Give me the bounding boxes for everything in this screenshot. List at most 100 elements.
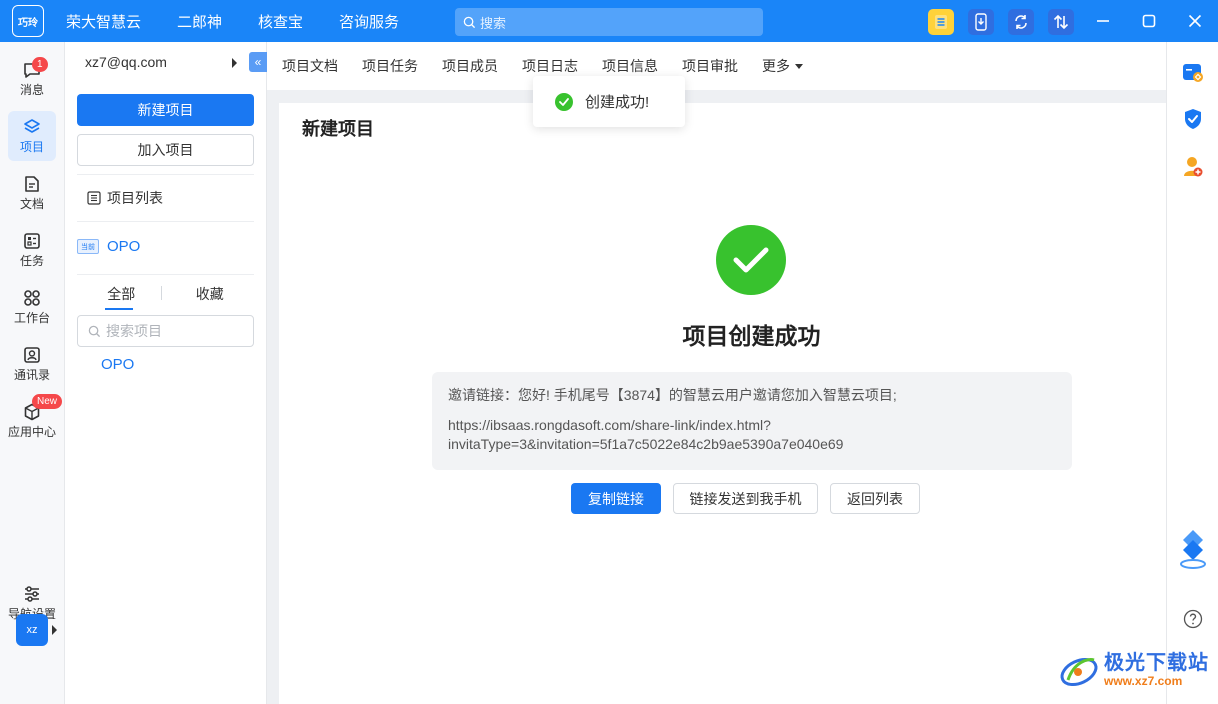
task-icon — [24, 232, 40, 249]
rail-item-label: 文档 — [19, 196, 44, 211]
current-tag: 当前 — [77, 239, 99, 254]
user-add-icon[interactable] — [1182, 156, 1204, 178]
tab-project-info[interactable]: 项目信息 — [602, 56, 658, 76]
send-link-to-phone-button[interactable]: 链接发送到我手机 — [673, 483, 818, 514]
rail-item-messages[interactable]: 消息 1 — [8, 54, 56, 104]
rail-item-label: 应用中心 — [8, 424, 57, 439]
page-title: 新建项目 — [302, 119, 374, 139]
invite-box: 邀请链接：您好! 手机尾号【3874】的智慧云用户邀请您加入智慧云项目; htt… — [432, 372, 1072, 470]
watermark-logo-icon — [1060, 657, 1098, 687]
tab-project-docs[interactable]: 项目文档 — [282, 56, 338, 76]
avatar[interactable]: xz — [16, 614, 48, 646]
invite-link-line1: https://ibsaas.rongdasoft.com/share-link… — [448, 417, 771, 433]
back-to-list-button[interactable]: 返回列表 — [830, 483, 920, 514]
right-rail — [1166, 42, 1218, 704]
success-toast: 创建成功! — [533, 76, 685, 127]
top-nav-item-hechabao[interactable]: 核查宝 — [258, 11, 303, 32]
document-icon — [25, 175, 39, 192]
project-filter-tabs: 全部 收藏 — [77, 284, 254, 310]
rail-item-label: 通讯录 — [13, 367, 50, 382]
unread-badge: 1 — [32, 57, 48, 72]
divider — [77, 274, 254, 275]
rail-item-contacts[interactable]: 通讯录 — [8, 339, 56, 389]
transfer-icon[interactable] — [1048, 9, 1074, 35]
current-project[interactable]: 当前 OPO — [77, 238, 140, 255]
project-sidebar: xz7@qq.com « 新建项目 加入项目 项目列表 当前 OPO 全部 收藏… — [65, 42, 267, 704]
toast-text: 创建成功! — [585, 94, 650, 111]
rail-item-projects[interactable]: 项目 — [8, 111, 56, 161]
divider — [77, 221, 254, 222]
new-project-card: 新建项目 项目创建成功 邀请链接：您好! 手机尾号【3874】的智慧云用户邀请您… — [279, 103, 1166, 704]
tab-project-approval[interactable]: 项目审批 — [682, 56, 738, 76]
minimize-button[interactable] — [1080, 0, 1126, 42]
chevron-down-icon — [795, 63, 803, 69]
tab-project-log[interactable]: 项目日志 — [522, 56, 578, 76]
rail-item-label: 任务 — [19, 253, 44, 268]
left-rail: 消息 1 项目 文档 任务 工作台 通讯录 应用中心 New 导航设置 — [0, 42, 65, 704]
rail-item-workbench[interactable]: 工作台 — [8, 282, 56, 332]
new-badge: New — [32, 394, 63, 409]
title-bar: 巧玲 荣大智慧云 二郎神 核查宝 咨询服务 搜索 — [0, 0, 1218, 42]
global-search-input[interactable]: 搜索 — [455, 8, 763, 36]
caret-right-icon[interactable] — [232, 58, 237, 68]
collapse-sidebar-button[interactable]: « — [249, 52, 267, 72]
help-icon[interactable] — [1182, 608, 1204, 630]
watermark-title: 极光下载站 — [1104, 652, 1209, 674]
new-project-button[interactable]: 新建项目 — [77, 94, 254, 126]
copy-link-button[interactable]: 复制链接 — [571, 483, 661, 514]
top-nav-item-rongda[interactable]: 荣大智慧云 — [66, 11, 141, 32]
rail-item-tasks[interactable]: 任务 — [8, 225, 56, 275]
account-email[interactable]: xz7@qq.com — [85, 54, 167, 70]
search-icon — [88, 325, 101, 337]
project-icon — [24, 118, 40, 133]
join-project-button[interactable]: 加入项目 — [77, 134, 254, 166]
notes-icon[interactable] — [928, 9, 954, 35]
project-search-placeholder: 搜索项目 — [106, 323, 162, 339]
success-title: 项目创建成功 — [682, 323, 821, 349]
assistant-robot-icon[interactable] — [1177, 528, 1209, 572]
watermark-url: www.xz7.com — [1104, 674, 1183, 688]
success-check-icon — [716, 225, 786, 295]
settings-sliders-icon — [25, 585, 39, 602]
tab-all[interactable]: 全部 — [77, 284, 166, 310]
chat-window-icon[interactable] — [1182, 62, 1204, 84]
project-list-label: 项目列表 — [107, 190, 163, 206]
divider — [77, 174, 254, 175]
rail-item-app-center[interactable]: 应用中心 New — [8, 394, 63, 446]
tab-more[interactable]: 更多 — [762, 56, 803, 76]
rail-item-label: 工作台 — [13, 310, 50, 325]
success-check-icon — [555, 92, 573, 111]
project-list-link[interactable]: 项目列表 — [87, 188, 163, 208]
shield-check-icon[interactable] — [1182, 108, 1204, 130]
rail-item-label: 项目 — [19, 139, 44, 154]
search-icon — [463, 16, 476, 28]
project-list-item[interactable]: OPO — [101, 356, 134, 373]
invite-text: 邀请链接：您好! 手机尾号【3874】的智慧云用户邀请您加入智慧云项目; — [448, 387, 897, 403]
sync-icon[interactable] — [1008, 9, 1034, 35]
action-buttons: 复制链接 链接发送到我手机 返回列表 — [571, 483, 932, 514]
tab-project-tasks[interactable]: 项目任务 — [362, 56, 418, 76]
app-logo: 巧玲 — [12, 5, 44, 37]
search-placeholder: 搜索 — [480, 15, 507, 31]
rail-item-label: 消息 — [19, 82, 44, 97]
divider — [161, 286, 162, 300]
workbench-icon — [24, 289, 40, 306]
tab-favorites[interactable]: 收藏 — [166, 284, 255, 310]
caret-right-icon[interactable] — [52, 625, 57, 635]
tab-more-label: 更多 — [762, 58, 790, 74]
maximize-button[interactable] — [1126, 0, 1172, 42]
current-project-name: OPO — [107, 238, 141, 255]
contacts-icon — [24, 346, 40, 363]
tab-project-members[interactable]: 项目成员 — [442, 56, 498, 76]
top-nav-item-erlangshen[interactable]: 二郎神 — [177, 11, 222, 32]
list-icon — [87, 191, 101, 205]
close-button[interactable] — [1172, 0, 1218, 42]
project-tabs: 项目文档 项目任务 项目成员 项目日志 项目信息 项目审批 更多 — [267, 42, 1166, 90]
watermark: 极光下载站 www.xz7.com — [1058, 650, 1209, 690]
invite-link-line2: invitaType=3&invitation=5f1a7c5022e84c2b… — [448, 436, 844, 452]
rail-item-documents[interactable]: 文档 — [8, 168, 56, 218]
top-nav: 荣大智慧云 二郎神 核查宝 咨询服务 — [66, 11, 435, 32]
mobile-download-icon[interactable] — [968, 9, 994, 35]
project-search-input[interactable]: 搜索项目 — [77, 315, 254, 347]
top-nav-item-consulting[interactable]: 咨询服务 — [339, 11, 399, 32]
